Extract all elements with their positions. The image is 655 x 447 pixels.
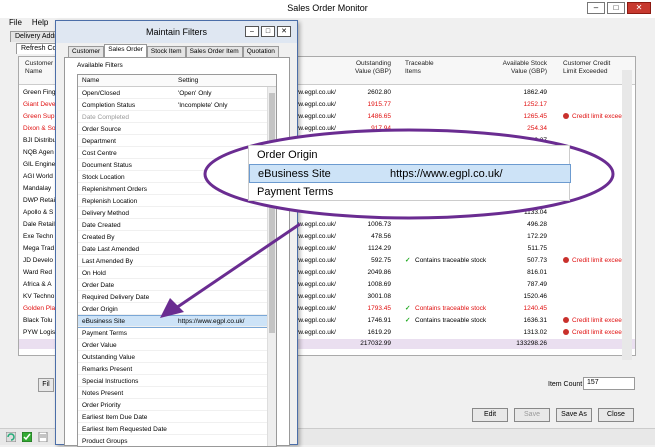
zoom-name: Order Origin [257,149,318,161]
zoom-name: Payment Terms [257,186,334,198]
zoom-panel: Order Origin eBusiness Site https://www.… [248,145,571,202]
zoom-row-payment-terms: Payment Terms [249,183,571,202]
zoom-row-order-origin: Order Origin [249,146,571,165]
zoom-value: https://www.egpl.co.uk/ [390,168,503,180]
zoom-row-ebusiness-site: eBusiness Site https://www.egpl.co.uk/ [249,164,571,183]
callout-arrowhead [160,298,184,318]
callout-graphic [160,128,615,318]
zoom-name: eBusiness Site [258,168,331,180]
callout-arrow-line [175,222,301,310]
